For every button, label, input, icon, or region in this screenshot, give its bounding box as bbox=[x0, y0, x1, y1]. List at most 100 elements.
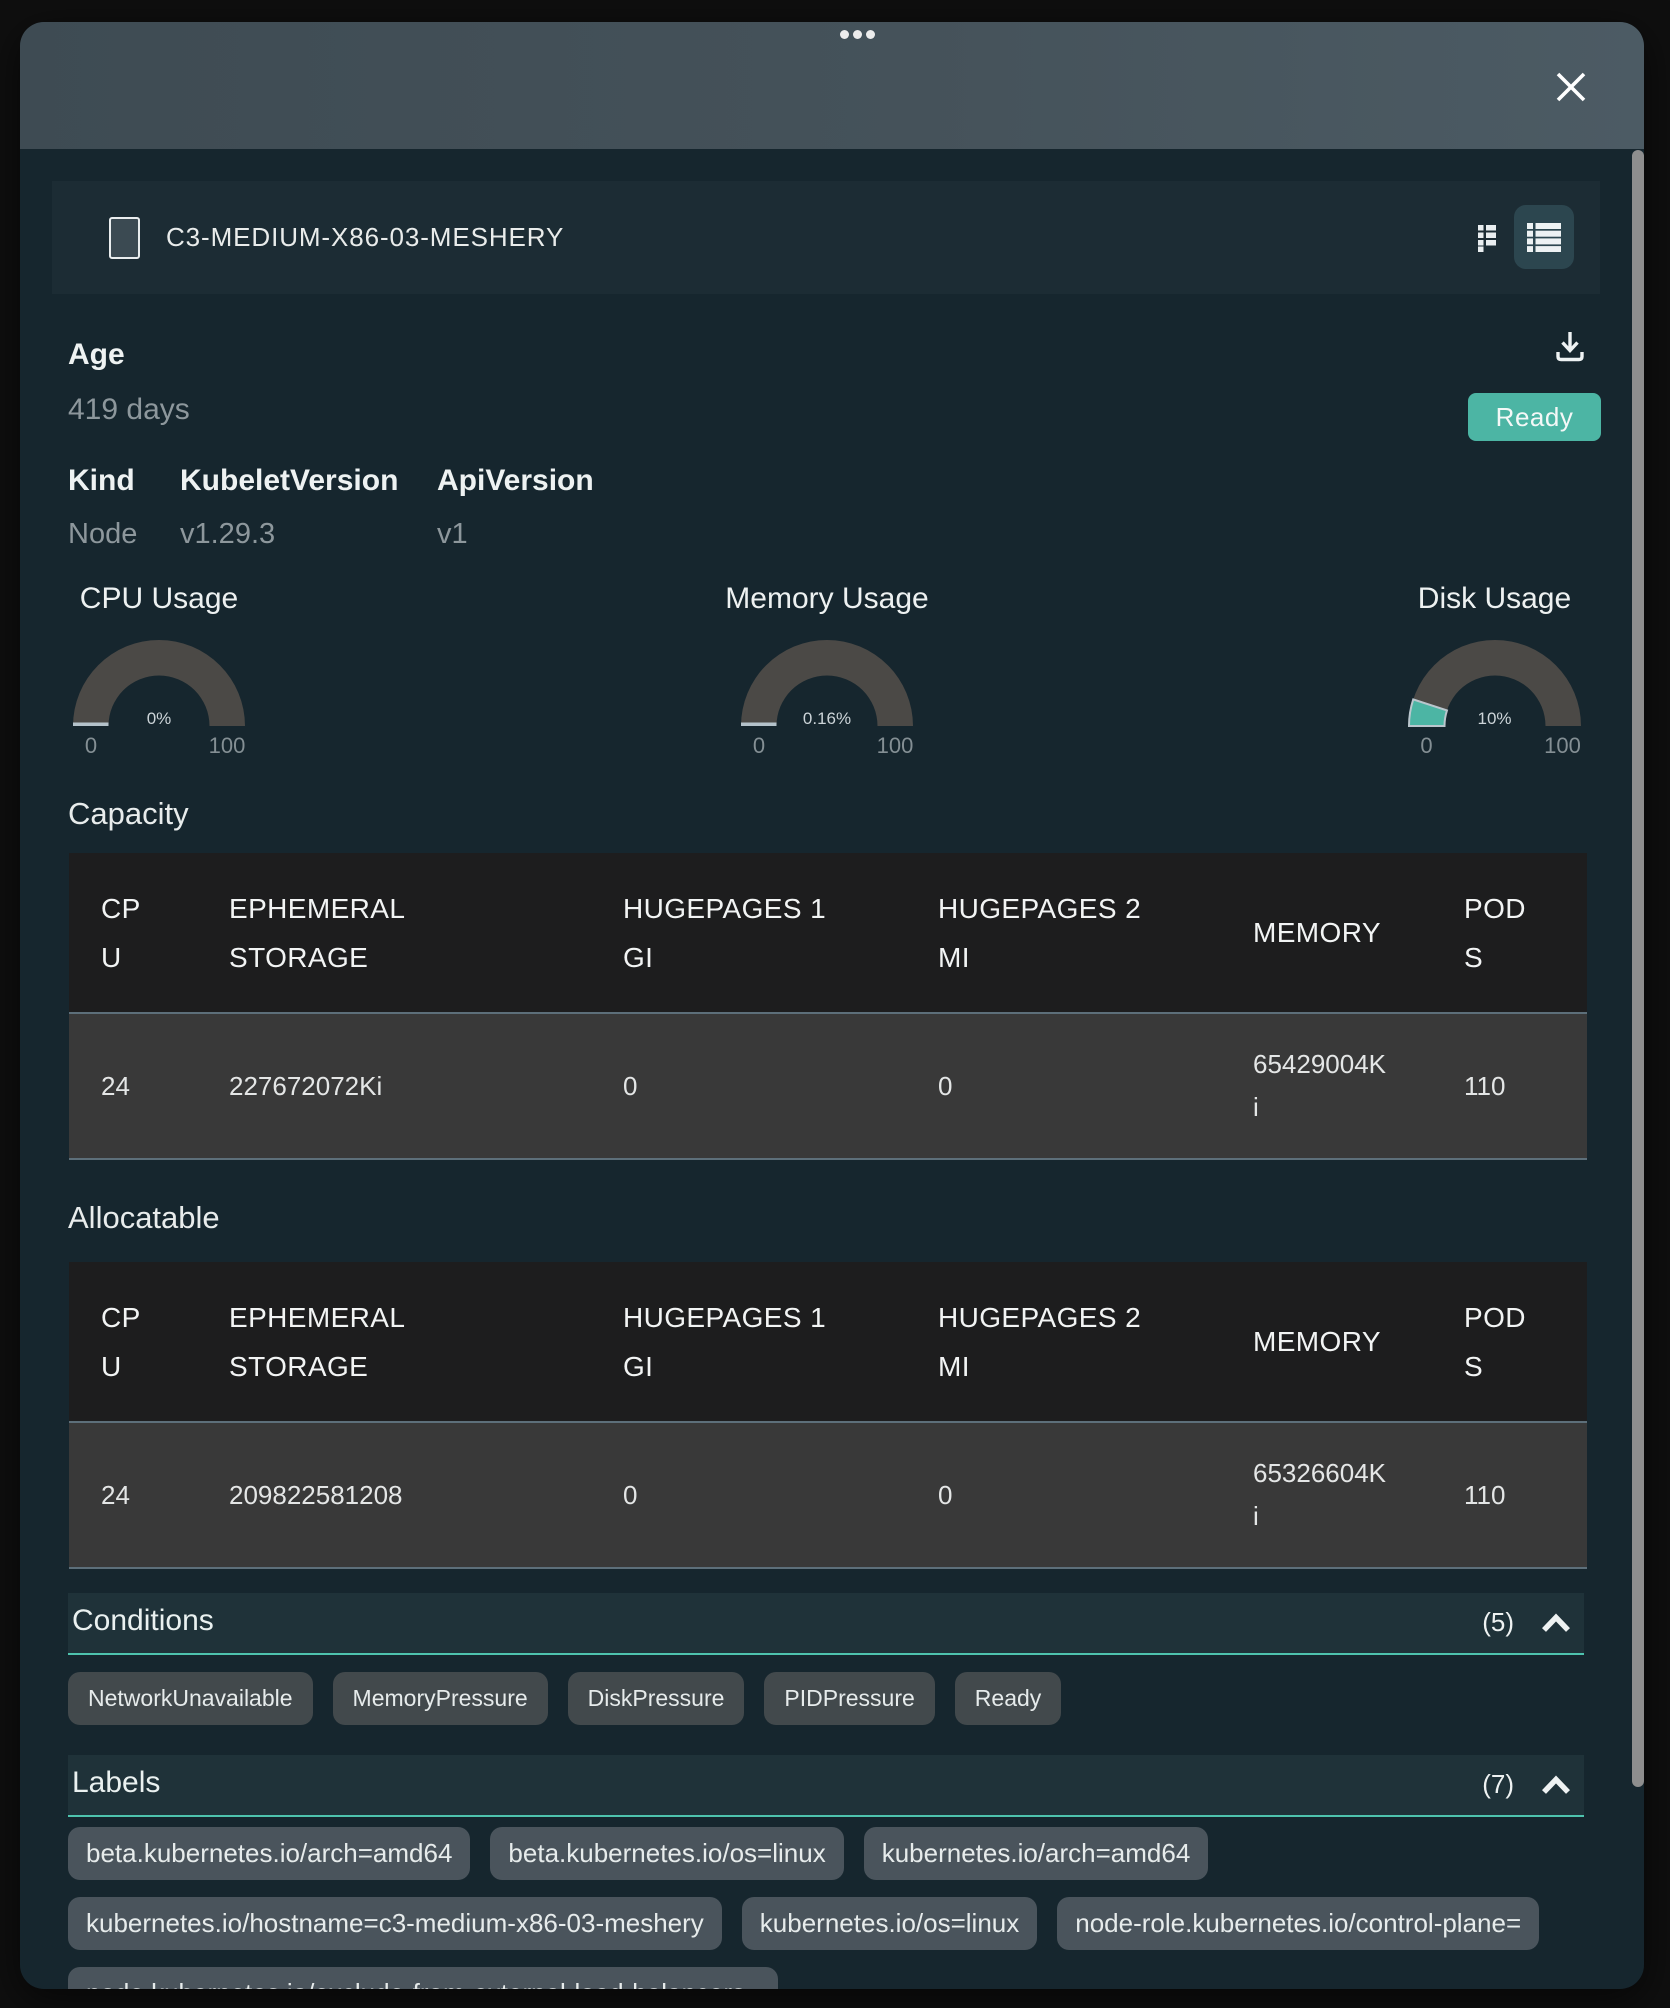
table-cell: 0 bbox=[906, 1422, 1221, 1568]
column-header-text: HUGEPAGES 2 MI bbox=[938, 884, 1148, 982]
node-title-card: C3-MEDIUM-X86-03-MESHERY bbox=[52, 181, 1600, 294]
condition-chip[interactable]: PIDPressure bbox=[764, 1672, 934, 1725]
labels-title: Labels bbox=[72, 1766, 160, 1800]
memory-usage-gauge: Memory Usage0.16%0100 bbox=[707, 582, 947, 782]
column-header: EPHEMERAL STORAGE bbox=[197, 853, 591, 1013]
drag-dot bbox=[866, 30, 875, 39]
column-header-text: MEMORY bbox=[1253, 908, 1381, 957]
table-cell: 0 bbox=[591, 1422, 906, 1568]
column-header-text: MEMORY bbox=[1253, 1317, 1381, 1366]
modal-header bbox=[20, 22, 1644, 149]
gauge-tick-max: 100 bbox=[1511, 733, 1615, 759]
column-header-text: HUGEPAGES 1 GI bbox=[623, 884, 833, 982]
label-chip[interactable]: kubernetes.io/arch=amd64 bbox=[864, 1827, 1209, 1880]
label-chip[interactable]: kubernetes.io/hostname=c3-medium-x86-03-… bbox=[68, 1897, 722, 1950]
node-title: C3-MEDIUM-X86-03-MESHERY bbox=[166, 181, 564, 294]
gauge-value: 0% bbox=[39, 709, 279, 729]
label-chip[interactable]: beta.kubernetes.io/os=linux bbox=[490, 1827, 843, 1880]
compact-view-toggle-button[interactable] bbox=[1457, 208, 1517, 268]
node-select-checkbox[interactable] bbox=[109, 217, 140, 259]
column-header: HUGEPAGES 2 MI bbox=[906, 1262, 1221, 1422]
meta-col-apiversion: ApiVersionv1 bbox=[437, 464, 637, 551]
gauge-value: 10% bbox=[1375, 709, 1615, 729]
condition-chip[interactable]: Ready bbox=[955, 1672, 1061, 1725]
close-button[interactable] bbox=[1551, 67, 1591, 107]
table-cell: 0 bbox=[906, 1013, 1221, 1159]
conditions-title: Conditions bbox=[72, 1604, 214, 1638]
column-header-text: PODS bbox=[1464, 884, 1532, 982]
table-cell: 65429004Ki bbox=[1221, 1013, 1432, 1159]
column-header: CPU bbox=[69, 1262, 197, 1422]
column-header: EPHEMERAL STORAGE bbox=[197, 1262, 591, 1422]
label-chip[interactable]: node.kubernetes.io/exclude-from-external… bbox=[68, 1967, 778, 1989]
drag-handle-dots-icon[interactable] bbox=[840, 30, 875, 39]
node-details-modal: C3-MEDIUM-X86-03-MESHERY bbox=[20, 22, 1644, 1989]
label-chip[interactable]: beta.kubernetes.io/arch=amd64 bbox=[68, 1827, 470, 1880]
condition-chip[interactable]: MemoryPressure bbox=[333, 1672, 548, 1725]
table-cell: 209822581208 bbox=[197, 1422, 591, 1568]
meta-col-kind: Kind Node bbox=[68, 464, 180, 551]
table-row: 242098225812080065326604Ki110 bbox=[69, 1422, 1587, 1568]
meta-label: Kind bbox=[68, 464, 180, 498]
drag-dot bbox=[840, 30, 849, 39]
labels-collapse-button[interactable] bbox=[1536, 1766, 1576, 1806]
gauge-title: CPU Usage bbox=[39, 582, 279, 616]
labels-section-bar[interactable]: Labels (7) bbox=[68, 1755, 1584, 1817]
label-chip[interactable]: node-role.kubernetes.io/control-plane= bbox=[1057, 1897, 1539, 1950]
labels-count: (7) bbox=[1482, 1769, 1514, 1800]
conditions-section-bar[interactable]: Conditions (5) bbox=[68, 1593, 1584, 1655]
table-cell-text: 0 bbox=[938, 1474, 952, 1517]
table-cell-text: 24 bbox=[101, 1065, 130, 1108]
table-cell: 24 bbox=[69, 1013, 197, 1159]
meta-value: v1 bbox=[437, 518, 637, 551]
table-cell: 110 bbox=[1432, 1422, 1587, 1568]
column-header-text: CPU bbox=[101, 884, 153, 982]
column-header: HUGEPAGES 1 GI bbox=[591, 853, 906, 1013]
disk-usage-gauge: Disk Usage10%0100 bbox=[1375, 582, 1615, 782]
column-header: CPU bbox=[69, 853, 197, 1013]
table-cell-text: 227672072Ki bbox=[229, 1065, 382, 1108]
table-cell-text: 65429004Ki bbox=[1253, 1043, 1390, 1129]
meta-value: Node bbox=[68, 518, 180, 551]
table-cell-text: 110 bbox=[1464, 1065, 1505, 1108]
column-header: HUGEPAGES 2 MI bbox=[906, 853, 1221, 1013]
table-cell-text: 209822581208 bbox=[229, 1474, 403, 1517]
capacity-table: CPU EPHEMERAL STORAGE HUGEPAGES 1 GI HUGEPA… bbox=[69, 853, 1587, 1160]
node-status-button[interactable]: Ready bbox=[1468, 393, 1601, 441]
age-value: 419 days bbox=[68, 393, 190, 427]
age-label: Age bbox=[68, 338, 125, 372]
condition-chip[interactable]: DiskPressure bbox=[568, 1672, 745, 1725]
table-cell-text: 65326604Ki bbox=[1253, 1452, 1390, 1538]
conditions-chips: NetworkUnavailable MemoryPressure DiskPres… bbox=[68, 1672, 1584, 1725]
column-header: HUGEPAGES 1 GI bbox=[591, 1262, 906, 1422]
meta-col-kubeletversion: KubeletVersionv1.29.3 bbox=[180, 464, 437, 551]
label-chip[interactable]: kubernetes.io/os=linux bbox=[742, 1897, 1037, 1950]
column-header-text: HUGEPAGES 2 MI bbox=[938, 1293, 1148, 1391]
gauge-tick-min: 0 bbox=[1375, 733, 1479, 759]
column-header: PODS bbox=[1432, 853, 1587, 1013]
cpu-usage-gauge: CPU Usage0%0100 bbox=[39, 582, 279, 782]
scrollbar-thumb[interactable] bbox=[1632, 150, 1644, 1787]
table-cell: 65326604Ki bbox=[1221, 1422, 1432, 1568]
condition-chip[interactable]: NetworkUnavailable bbox=[68, 1672, 313, 1725]
chevron-up-icon bbox=[1536, 1604, 1576, 1644]
gauge-value: 0.16% bbox=[707, 709, 947, 729]
usage-gauges: CPU Usage0%0100Memory Usage0.16%0100Disk… bbox=[68, 582, 1584, 782]
capacity-title: Capacity bbox=[68, 798, 189, 829]
column-header-text: PODS bbox=[1464, 1293, 1532, 1391]
chevron-up-icon bbox=[1536, 1766, 1576, 1806]
gauge-tick-min: 0 bbox=[39, 733, 143, 759]
table-cell: 0 bbox=[591, 1013, 906, 1159]
column-header: PODS bbox=[1432, 1262, 1587, 1422]
list-detailed-icon bbox=[1527, 223, 1561, 252]
close-icon bbox=[1551, 67, 1591, 107]
download-button[interactable] bbox=[1546, 322, 1594, 370]
column-header-text: EPHEMERAL STORAGE bbox=[229, 1293, 509, 1391]
table-cell-text: 0 bbox=[623, 1065, 637, 1108]
detailed-view-toggle-button[interactable] bbox=[1514, 205, 1574, 269]
drag-dot bbox=[853, 30, 862, 39]
conditions-collapse-button[interactable] bbox=[1536, 1604, 1576, 1644]
labels-chips: beta.kubernetes.io/arch=amd64 beta.kubern… bbox=[68, 1827, 1584, 1989]
gauge-tick-min: 0 bbox=[707, 733, 811, 759]
download-icon bbox=[1555, 330, 1585, 362]
